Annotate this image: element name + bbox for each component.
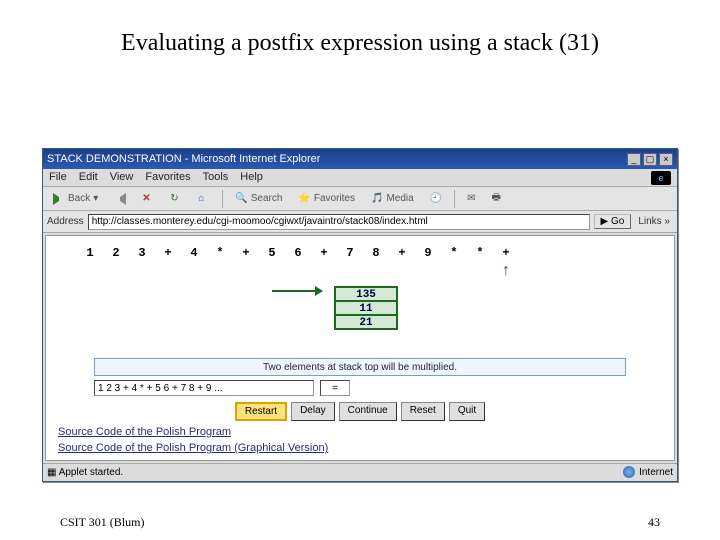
expression-line [94,380,626,396]
message-bar: Two elements at stack top will be multip… [94,358,626,376]
pointer-row: ↑ [54,262,666,280]
token: 1 [84,246,96,260]
print-button[interactable]: 🖶 [486,188,507,209]
links-label[interactable]: Links » [635,216,673,227]
source-link-2[interactable]: Source Code of the Polish Program (Graph… [58,441,662,455]
media-button[interactable]: 🎵 Media [365,191,420,206]
browser-window: STACK DEMONSTRATION - Microsoft Internet… [42,148,678,482]
favorites-button[interactable]: ⭐ Favorites [292,191,361,206]
footer-right: 43 [648,515,660,530]
maximize-button[interactable]: ▢ [643,153,657,166]
menu-file[interactable]: File [49,171,67,184]
push-arrow-icon [272,290,322,292]
history-button[interactable]: 🕘 [424,191,448,206]
status-zone: Internet [623,466,673,478]
expression-input[interactable] [94,380,314,396]
minimize-button[interactable]: _ [627,153,641,166]
back-icon [53,193,65,205]
address-label: Address [47,216,84,227]
close-button[interactable]: × [659,153,673,166]
ie-logo-icon: e [651,171,671,185]
token: * [474,246,486,260]
token: 8 [370,246,382,260]
menu-view[interactable]: View [110,171,134,184]
token-row: 1 2 3 + 4 * + 5 6 + 7 8 + 9 * * + [54,242,666,262]
token: 3 [136,246,148,260]
token: 4 [188,246,200,260]
go-button[interactable]: ▶ Go [594,214,632,229]
toolbar-separator-2 [454,190,455,208]
reset-button[interactable]: Reset [401,402,445,421]
titlebar: STACK DEMONSTRATION - Microsoft Internet… [43,149,677,169]
stop-button[interactable]: ✕ [136,191,160,207]
stack: 135 11 21 [334,286,398,330]
slide-title: Evaluating a postfix expression using a … [0,0,720,70]
delay-button[interactable]: Delay [291,402,335,421]
source-link-1[interactable]: Source Code of the Polish Program [58,425,662,439]
menu-tools[interactable]: Tools [203,171,229,184]
token: + [240,246,252,260]
address-input[interactable] [88,214,590,230]
button-row: Restart Delay Continue Reset Quit [54,402,666,421]
token: + [318,246,330,260]
toolbar-separator [222,190,223,208]
menubar: File Edit View Favorites Tools Help e [43,169,677,187]
window-title: STACK DEMONSTRATION - Microsoft Internet… [47,153,320,165]
globe-icon [623,466,635,478]
restart-button[interactable]: Restart [235,402,287,421]
step-input[interactable] [320,380,350,396]
current-token-arrow-icon: ↑ [502,262,510,280]
token: 9 [422,246,434,260]
token: + [396,246,408,260]
stack-area: 135 11 21 [54,286,666,350]
mail-button[interactable]: ✉ [461,191,481,206]
token: 6 [292,246,304,260]
forward-icon [114,193,126,205]
token: 2 [110,246,122,260]
footer-left: CSIT 301 (Blum) [60,515,144,530]
token: 5 [266,246,278,260]
back-button[interactable]: Back ▾ [47,191,104,207]
refresh-icon [170,193,182,205]
window-controls: _ ▢ × [627,153,673,166]
token: * [214,246,226,260]
token: + [500,246,512,260]
continue-button[interactable]: Continue [339,402,397,421]
address-bar: Address ▶ Go Links » [43,211,677,233]
token: * [448,246,460,260]
statusbar: ▦ Applet started. Internet [43,463,677,481]
menu-edit[interactable]: Edit [79,171,98,184]
home-button[interactable] [192,191,216,207]
token: 7 [344,246,356,260]
toolbar: Back ▾ ✕ 🔍 Search ⭐ Favorites 🎵 Media 🕘 … [43,187,677,211]
stop-icon: ✕ [142,193,154,205]
forward-button[interactable] [108,191,132,207]
search-button[interactable]: 🔍 Search [229,191,288,206]
stack-cell: 21 [334,314,398,330]
token: + [162,246,174,260]
home-icon [198,193,210,205]
menu-favorites[interactable]: Favorites [145,171,190,184]
status-left: ▦ Applet started. [47,467,123,478]
quit-button[interactable]: Quit [449,402,485,421]
refresh-button[interactable] [164,191,188,207]
applet-area: 1 2 3 + 4 * + 5 6 + 7 8 + 9 * * + ↑ 135 … [45,235,675,461]
menu-help[interactable]: Help [240,171,263,184]
